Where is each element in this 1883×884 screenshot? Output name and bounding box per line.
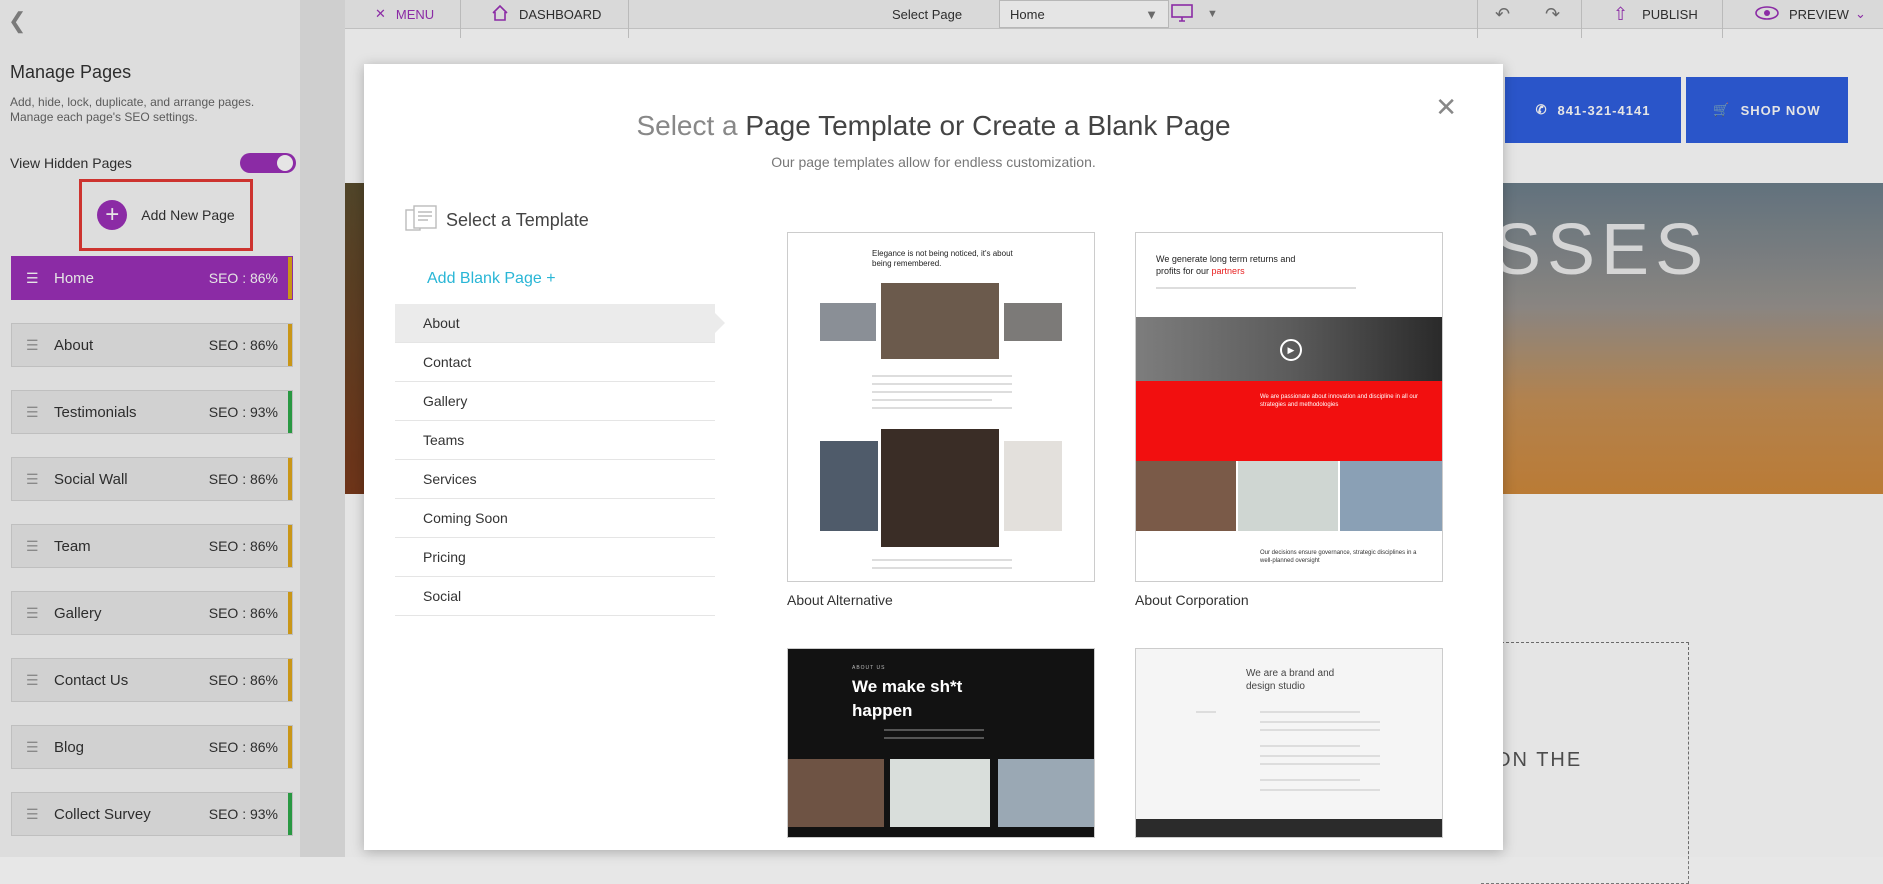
text-line bbox=[1260, 721, 1380, 723]
template-photo bbox=[881, 429, 999, 547]
text-line bbox=[1260, 745, 1360, 747]
template-card-about-corporation[interactable]: We generate long term returns and profit… bbox=[1135, 232, 1443, 608]
template-name: About Alternative bbox=[787, 592, 893, 608]
template-photo bbox=[820, 303, 876, 341]
text-line bbox=[1196, 711, 1216, 713]
select-template-label: Select a Template bbox=[446, 210, 589, 230]
modal-title-strong: Page Template or Create a Blank Page bbox=[745, 110, 1231, 141]
template-photo bbox=[1238, 461, 1338, 531]
category-social[interactable]: Social bbox=[395, 577, 715, 616]
category-coming-soon[interactable]: Coming Soon bbox=[395, 499, 715, 538]
text-line bbox=[872, 383, 1012, 385]
category-teams[interactable]: Teams bbox=[395, 421, 715, 460]
template-category-list: About Contact Gallery Teams Services Com… bbox=[395, 304, 725, 616]
template-photo bbox=[998, 759, 1094, 827]
text-line bbox=[872, 399, 992, 401]
select-template-header: Select a Template bbox=[404, 204, 589, 237]
template-headline-accent: partners bbox=[1211, 266, 1245, 276]
text-line bbox=[872, 407, 1012, 409]
text-line bbox=[872, 375, 1012, 377]
modal-title-light: Select a bbox=[636, 110, 738, 141]
text-line bbox=[1260, 711, 1360, 713]
template-photo bbox=[890, 759, 990, 827]
template-thumbnail[interactable]: We are a brand and design studio bbox=[1135, 648, 1443, 838]
text-line bbox=[884, 737, 984, 739]
template-photo bbox=[1004, 303, 1062, 341]
template-red-text: We are passionate about innovation and d… bbox=[1260, 394, 1418, 408]
add-blank-page-link[interactable]: Add Blank Page + bbox=[427, 270, 556, 288]
template-photo bbox=[1136, 461, 1236, 531]
template-kicker: ABOUT US bbox=[852, 665, 886, 671]
template-headline: We generate long term returns and profit… bbox=[1156, 253, 1316, 277]
template-photo bbox=[1004, 441, 1062, 531]
template-card-brand-studio[interactable]: We are a brand and design studio bbox=[1135, 648, 1443, 838]
play-icon: ▶ bbox=[1280, 339, 1302, 361]
text-line bbox=[1260, 779, 1360, 781]
template-thumbnail[interactable]: We generate long term returns and profit… bbox=[1135, 232, 1443, 582]
template-picker-modal: ✕ Select a Page Template or Create a Bla… bbox=[364, 64, 1503, 850]
text-line bbox=[872, 391, 1012, 393]
text-line bbox=[1260, 763, 1380, 765]
template-photo bbox=[1340, 461, 1442, 531]
template-photo bbox=[881, 283, 999, 359]
template-red-section: We are passionate about innovation and d… bbox=[1136, 381, 1442, 461]
text-line bbox=[1156, 287, 1356, 289]
text-line bbox=[1260, 789, 1380, 791]
template-video-banner: ▶ bbox=[1136, 317, 1442, 381]
modal-title: Select a Page Template or Create a Blank… bbox=[364, 110, 1503, 142]
template-lower-text: Our decisions ensure governance, strateg… bbox=[1260, 550, 1417, 564]
template-photo-strip bbox=[1136, 819, 1442, 837]
template-photo bbox=[820, 441, 878, 531]
template-card-dark[interactable]: ABOUT US We make sh*t happen bbox=[787, 648, 1095, 838]
template-thumbnail[interactable]: Elegance is not being noticed, it's abou… bbox=[787, 232, 1095, 582]
template-photo bbox=[788, 759, 884, 827]
template-thumbnail[interactable]: ABOUT US We make sh*t happen bbox=[787, 648, 1095, 838]
category-pricing[interactable]: Pricing bbox=[395, 538, 715, 577]
text-line bbox=[1260, 755, 1380, 757]
template-icon bbox=[404, 204, 438, 237]
template-name: About Corporation bbox=[1135, 592, 1249, 608]
template-headline: Elegance is not being noticed, it's abou… bbox=[872, 249, 1013, 268]
template-card-about-alternative[interactable]: Elegance is not being noticed, it's abou… bbox=[787, 232, 1095, 608]
category-contact[interactable]: Contact bbox=[395, 343, 715, 382]
category-gallery[interactable]: Gallery bbox=[395, 382, 715, 421]
template-headline: We are a brand and design studio bbox=[1246, 668, 1335, 692]
text-line bbox=[872, 567, 1012, 569]
text-line bbox=[1260, 729, 1380, 731]
template-headline: We make sh*t happen bbox=[852, 677, 963, 720]
modal-subtitle: Our page templates allow for endless cus… bbox=[771, 154, 1096, 170]
text-line bbox=[872, 559, 1012, 561]
text-line bbox=[884, 729, 984, 731]
category-services[interactable]: Services bbox=[395, 460, 715, 499]
category-about[interactable]: About bbox=[395, 304, 725, 343]
